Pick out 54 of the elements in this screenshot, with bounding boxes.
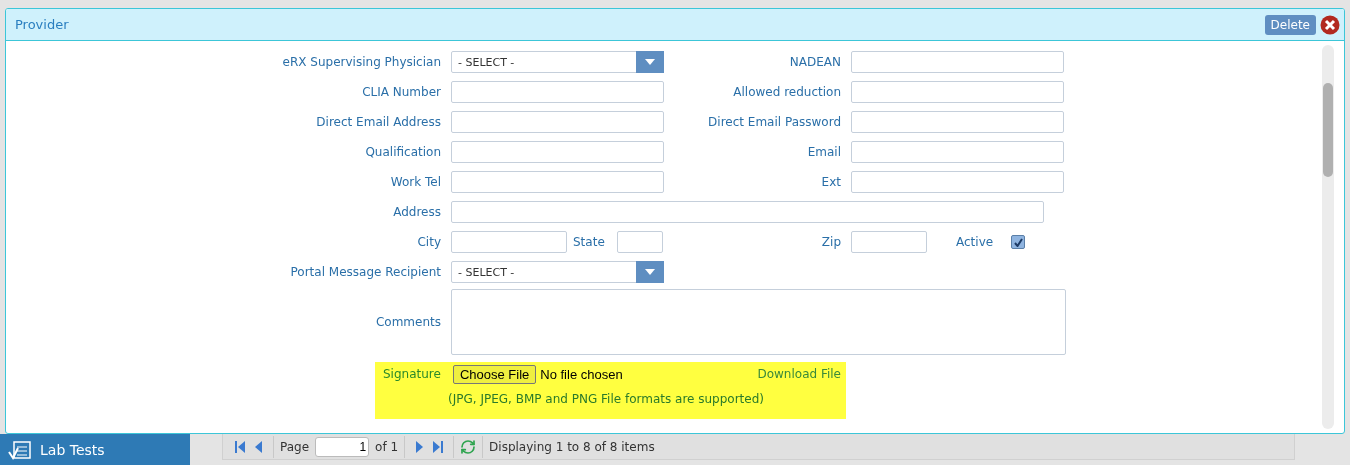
page-count: of 1 (375, 439, 399, 454)
input-field[interactable] (851, 231, 927, 253)
signature-label: Signature (383, 367, 441, 381)
field-label: Portal Message Recipient (289, 265, 441, 279)
input-field[interactable] (851, 171, 1064, 193)
last-page-icon[interactable] (433, 440, 444, 453)
first-page-icon[interactable] (235, 440, 245, 453)
field-label: State (573, 235, 606, 249)
checklist-icon (8, 439, 32, 460)
page-label: Page (280, 439, 310, 454)
field-label: Direct Email Address (315, 115, 441, 129)
download-link[interactable]: Download File (757, 367, 841, 381)
pager-status: Displaying 1 to 8 of 8 items (489, 439, 655, 454)
page-field[interactable]: 1 (315, 436, 370, 457)
input-field[interactable] (451, 231, 567, 253)
field-label: Zip (820, 235, 841, 249)
scrollbar[interactable] (1322, 45, 1334, 429)
checkbox[interactable] (1011, 235, 1025, 249)
field-label: Ext (820, 175, 841, 189)
field-label: City (416, 235, 441, 249)
field-label: eRX Supervising Physician (281, 55, 441, 69)
input-field[interactable] (451, 171, 664, 193)
dropdown[interactable]: - SELECT - (451, 51, 664, 73)
field-label: Allowed reduction (732, 85, 841, 99)
input-field[interactable] (617, 231, 663, 253)
format-note: (JPG, JPEG, BMP and PNG File formats are supported) (448, 392, 765, 406)
caret-icon (645, 269, 655, 275)
field-label: NADEAN (788, 55, 841, 69)
input-field[interactable] (451, 81, 664, 103)
field-label: Email (806, 145, 841, 159)
input-field[interactable] (851, 81, 1064, 103)
dropdown[interactable]: - SELECT - (451, 261, 664, 283)
close-icon[interactable] (1320, 14, 1340, 35)
input-field[interactable] (851, 111, 1064, 133)
field-label: Work Tel (389, 175, 441, 189)
input-field[interactable] (851, 141, 1064, 163)
field-label: Qualification (364, 145, 441, 159)
dialog-title: Provider (15, 17, 70, 32)
field-label: CLIA Number (361, 85, 441, 99)
field-label: Comments (374, 315, 441, 329)
input-field[interactable] (851, 51, 1064, 73)
input-field[interactable] (451, 201, 1044, 223)
comments-field[interactable] (451, 289, 1066, 355)
refresh-icon[interactable] (460, 438, 477, 455)
caret-icon (645, 59, 655, 65)
input-field[interactable] (451, 111, 664, 133)
input-field[interactable] (451, 141, 664, 163)
field-label: Direct Email Password (707, 115, 841, 129)
sidebar-item[interactable]: Lab Tests (0, 434, 190, 465)
file-status: No file chosen (540, 366, 624, 382)
field-label: Active (956, 235, 993, 249)
previous-page-icon[interactable] (253, 440, 263, 453)
choose-file-button[interactable]: Choose File (452, 364, 537, 384)
field-label: Address (392, 205, 441, 219)
